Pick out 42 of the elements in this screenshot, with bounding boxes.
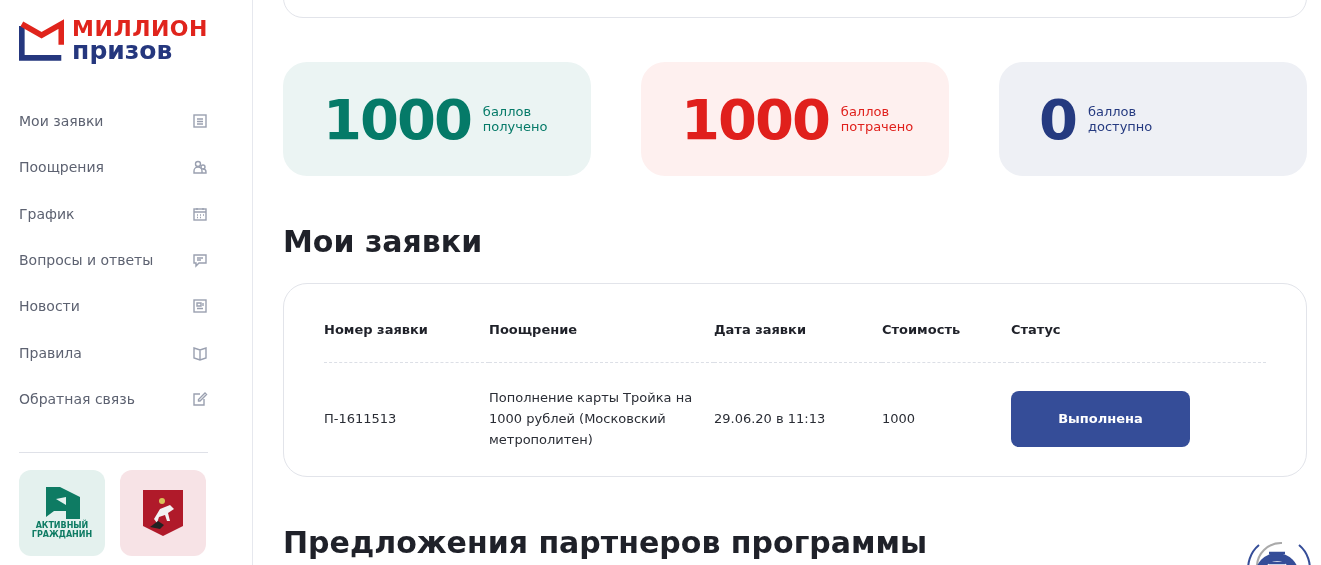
chat-icon <box>192 252 208 269</box>
stat-label: баллов <box>1087 104 1138 119</box>
column-header: Номер заявки <box>324 322 489 363</box>
sidebar-item[interactable]: График <box>19 190 208 237</box>
logo-caption: АКТИВНЫЙ ГРАЖДАНИН <box>30 521 94 540</box>
sidebar-item[interactable]: Поощрения <box>19 144 208 191</box>
calendar-icon <box>192 205 208 222</box>
status-button[interactable]: Выполнена <box>1011 390 1190 447</box>
sidebar-item[interactable]: Новости <box>19 283 208 330</box>
news-icon <box>192 298 208 315</box>
logo-text: призов <box>72 40 174 62</box>
stat-value: 0 <box>1039 86 1076 152</box>
table-cell-text: 1000 <box>882 410 917 428</box>
stat-label: потрачено <box>840 119 914 134</box>
sidebar-item[interactable]: Мои заявки <box>19 98 208 145</box>
section-title: Предложения партнеров программы <box>283 525 928 560</box>
logo-text: МИЛЛИОН <box>72 18 208 40</box>
partner-logo[interactable] <box>120 470 206 557</box>
table-cell-text: Пополнение карты Тройка на 1000 рублей (Московский метрополитен) <box>489 389 694 449</box>
stat-label: баллов <box>482 104 533 119</box>
section-title: Мои заявки <box>283 224 483 259</box>
sidebar-item[interactable]: Правила <box>19 329 208 376</box>
sidebar-item[interactable]: Вопросы и ответы <box>19 236 208 284</box>
shield-icon <box>142 489 184 538</box>
stat-value: 1000 <box>681 86 829 152</box>
column-header: Поощрение <box>489 322 714 363</box>
sidebar-item[interactable]: Обратная связь <box>19 375 208 423</box>
stat-label: получено <box>482 119 548 134</box>
envelope-logo-icon <box>19 19 65 61</box>
stat-label: доступно <box>1087 119 1153 134</box>
people-icon <box>192 159 208 176</box>
book-icon <box>192 344 208 361</box>
column-header: Дата заявки <box>714 322 882 363</box>
list-icon <box>192 113 208 130</box>
edit-icon <box>192 390 208 407</box>
stat-label: баллов <box>840 104 891 119</box>
table-cell-text: 29.06.20 в 11:13 <box>714 410 827 428</box>
partner-logo[interactable]: АКТИВНЫЙ ГРАЖДАНИН <box>19 470 105 557</box>
column-header: Стоимость <box>882 322 1011 363</box>
column-header: Статус <box>1011 322 1266 363</box>
table-cell-text: П-1611513 <box>324 410 398 428</box>
stat-value: 1000 <box>323 86 471 152</box>
